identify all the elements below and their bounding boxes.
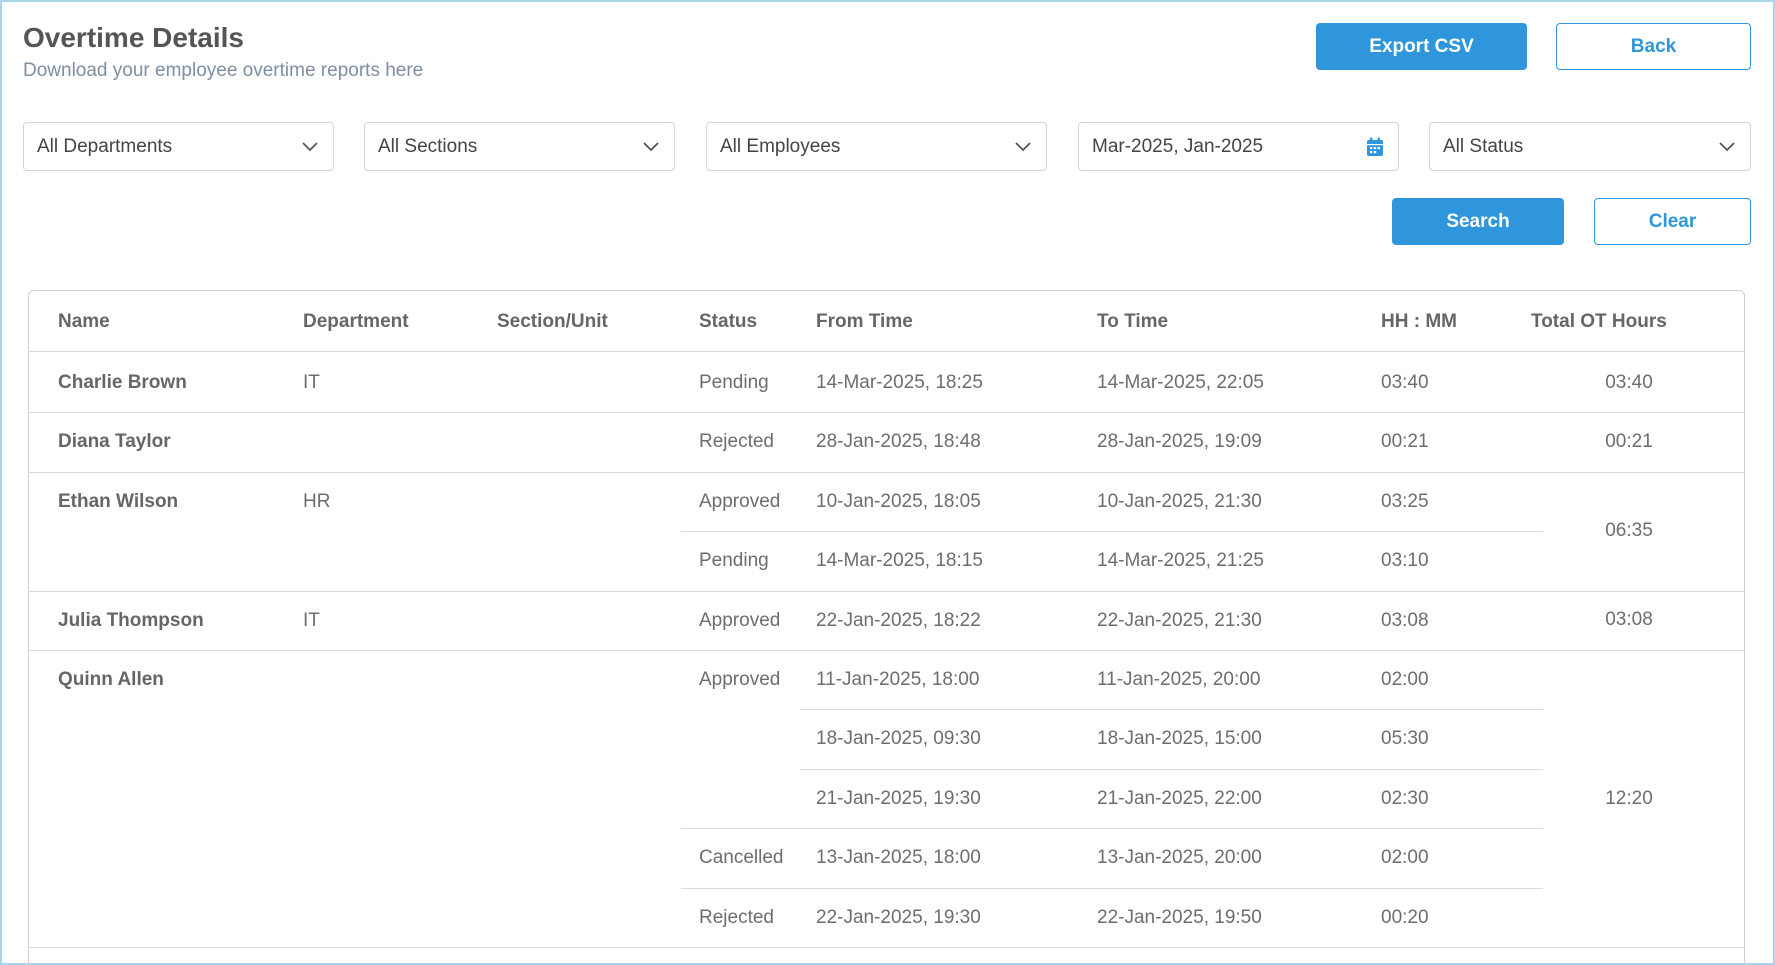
employee-select-value: All Employees [720, 135, 841, 157]
from-time: 14-Mar-2025, 18:15 [816, 550, 983, 572]
row-divider [29, 590, 1744, 592]
employee-department: IT [303, 372, 320, 393]
header-name: Name [58, 311, 110, 332]
to-time: 10-Jan-2025, 21:30 [1097, 490, 1262, 512]
status-label: Rejected [699, 431, 774, 453]
status-select-value: All Status [1443, 135, 1524, 157]
header-status: Status [699, 311, 758, 332]
page-title: Overtime Details [23, 22, 244, 53]
chevron-down-icon [1014, 138, 1032, 156]
hhmm-value: 05:30 [1381, 728, 1429, 750]
to-time: 22-Jan-2025, 19:50 [1097, 906, 1262, 928]
chevron-down-icon [301, 138, 319, 156]
status-label: Approved [699, 609, 781, 631]
hhmm-value: 03:40 [1381, 372, 1429, 393]
employee-department: IT [303, 609, 320, 631]
to-time: 13-Jan-2025, 20:00 [1097, 847, 1262, 869]
employee-name: Ethan Wilson [58, 490, 179, 512]
employee-name: Julia Thompson [58, 609, 204, 631]
row-divider [681, 531, 1543, 533]
from-time: 28-Jan-2025, 18:48 [816, 431, 981, 453]
row-divider [800, 768, 1543, 770]
hhmm-value: 03:10 [1381, 550, 1429, 572]
hhmm-value: 00:21 [1381, 431, 1429, 453]
back-button[interactable]: Back [1556, 23, 1751, 70]
row-divider [29, 471, 1744, 473]
total-ot-hours: 06:35 [1605, 520, 1653, 542]
row-divider [800, 709, 1543, 711]
to-time: 11-Jan-2025, 20:00 [1097, 669, 1261, 690]
department-select[interactable]: All Departments [23, 122, 334, 171]
from-time: 22-Jan-2025, 19:30 [816, 906, 981, 928]
row-divider [29, 650, 1744, 651]
page-subtitle: Download your employee overtime reports … [23, 60, 424, 81]
clear-button[interactable]: Clear [1594, 198, 1751, 245]
to-time: 14-Mar-2025, 21:25 [1097, 550, 1264, 572]
department-select-value: All Departments [37, 135, 173, 157]
total-ot-hours: 03:40 [1605, 371, 1653, 393]
search-button[interactable]: Search [1392, 198, 1564, 245]
hhmm-value: 03:08 [1381, 609, 1429, 631]
status-label: Rejected [699, 906, 774, 928]
hhmm-value: 03:25 [1381, 490, 1429, 512]
employee-select[interactable]: All Employees [706, 122, 1047, 171]
to-time: 14-Mar-2025, 22:05 [1097, 372, 1264, 393]
chevron-down-icon [1718, 138, 1736, 156]
from-time: 13-Jan-2025, 18:00 [816, 847, 981, 869]
row-divider [681, 828, 1543, 830]
date-range-picker[interactable]: Mar-2025, Jan-2025 [1078, 122, 1399, 171]
section-select-value: All Sections [378, 135, 478, 157]
row-divider [29, 412, 1744, 414]
from-time: 21-Jan-2025, 19:30 [816, 787, 981, 809]
from-time: 10-Jan-2025, 18:05 [816, 490, 981, 512]
status-select[interactable]: All Status [1429, 122, 1751, 171]
header-section: Section/Unit [497, 311, 608, 332]
header-hhmm: HH : MM [1381, 311, 1457, 332]
total-ot-hours: 03:08 [1605, 609, 1653, 631]
to-time: 28-Jan-2025, 19:09 [1097, 431, 1262, 453]
employee-department: HR [303, 490, 331, 512]
date-range-value: Mar-2025, Jan-2025 [1092, 135, 1264, 157]
calendar-icon[interactable] [1366, 137, 1384, 157]
total-ot-hours: 12:20 [1605, 787, 1653, 809]
status-label: Cancelled [699, 847, 784, 869]
section-select[interactable]: All Sections [364, 122, 675, 171]
export-csv-button[interactable]: Export CSV [1316, 23, 1527, 70]
from-time: 22-Jan-2025, 18:22 [816, 609, 981, 631]
employee-name: Diana Taylor [58, 431, 171, 453]
row-divider [681, 887, 1543, 889]
hhmm-value: 00:20 [1381, 906, 1429, 928]
status-label: Approved [699, 490, 781, 512]
status-label: Pending [699, 372, 769, 393]
total-ot-hours: 00:21 [1605, 431, 1653, 453]
row-divider [29, 947, 1744, 948]
from-time: 18-Jan-2025, 09:30 [816, 728, 981, 750]
to-time: 21-Jan-2025, 22:00 [1097, 787, 1262, 809]
status-label: Approved [699, 669, 781, 690]
hhmm-value: 02:30 [1381, 787, 1429, 809]
overtime-table: Name Department Section/Unit Status From Tim… [28, 290, 1745, 965]
header-from-time: From Time [816, 311, 913, 332]
header-total-ot: Total OT Hours [1531, 311, 1667, 332]
header-to-time: To Time [1097, 311, 1169, 332]
employee-name: Quinn Allen [58, 669, 164, 690]
to-time: 18-Jan-2025, 15:00 [1097, 728, 1262, 750]
header-department: Department [303, 311, 409, 332]
hhmm-value: 02:00 [1381, 847, 1429, 869]
chevron-down-icon [642, 138, 660, 156]
table-header: Name Department Section/Unit Status From Tim… [29, 291, 1744, 352]
hhmm-value: 02:00 [1381, 669, 1429, 690]
from-time: 11-Jan-2025, 18:00 [816, 669, 980, 690]
to-time: 22-Jan-2025, 21:30 [1097, 609, 1262, 631]
from-time: 14-Mar-2025, 18:25 [816, 372, 983, 393]
status-label: Pending [699, 550, 769, 572]
employee-name: Charlie Brown [58, 372, 187, 393]
